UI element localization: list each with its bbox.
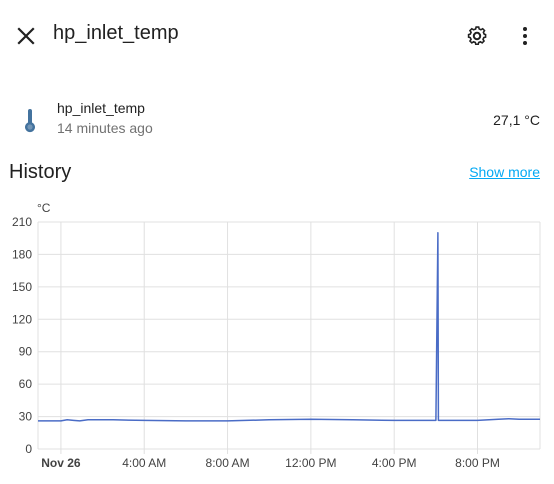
entity-state-row[interactable]: hp_inlet_temp 14 minutes ago 27,1 °C xyxy=(0,94,554,144)
y-tick-label: 150 xyxy=(12,280,32,294)
x-tick-label: 12:00 PM xyxy=(285,456,336,470)
dialog-title: hp_inlet_temp xyxy=(53,22,179,44)
history-chart[interactable]: °C 210 180 150 120 90 60 30 0 Nov 26 4:00 AM 8:00 A… xyxy=(0,196,554,484)
x-tick-label: 4:00 AM xyxy=(122,456,166,470)
dialog-header: hp_inlet_temp xyxy=(0,0,554,70)
y-tick-label: 0 xyxy=(25,442,32,456)
show-more-link[interactable]: Show more xyxy=(469,164,540,180)
entity-last-changed: 14 minutes ago xyxy=(57,120,153,136)
close-button[interactable] xyxy=(10,20,42,52)
entity-state-value: 27,1 °C xyxy=(493,112,540,128)
x-tick-label: Nov 26 xyxy=(41,456,81,470)
y-tick-label: 90 xyxy=(19,345,33,359)
y-tick-label: 30 xyxy=(19,410,33,424)
series-line xyxy=(38,232,540,422)
thermometer-icon xyxy=(25,109,35,133)
history-chart-svg: °C 210 180 150 120 90 60 30 0 Nov 26 4:00 AM 8:00 A… xyxy=(12,201,541,470)
y-tick-label: 180 xyxy=(12,247,32,261)
more-options-button[interactable] xyxy=(509,20,541,52)
x-tick-label: 8:00 AM xyxy=(206,456,250,470)
y-tick-label: 120 xyxy=(12,312,32,326)
y-axis-unit-label: °C xyxy=(37,201,51,215)
y-tick-label: 210 xyxy=(12,215,32,229)
gear-icon xyxy=(467,26,487,46)
settings-button[interactable] xyxy=(461,20,493,52)
x-tick-label: 4:00 PM xyxy=(372,456,417,470)
history-title: History xyxy=(9,161,72,183)
close-icon xyxy=(17,27,35,45)
dots-vertical-icon xyxy=(523,27,527,45)
history-section-header: History Show more xyxy=(0,158,554,188)
y-tick-label: 60 xyxy=(19,377,33,391)
entity-name: hp_inlet_temp xyxy=(57,100,145,116)
x-tick-label: 8:00 PM xyxy=(455,456,500,470)
